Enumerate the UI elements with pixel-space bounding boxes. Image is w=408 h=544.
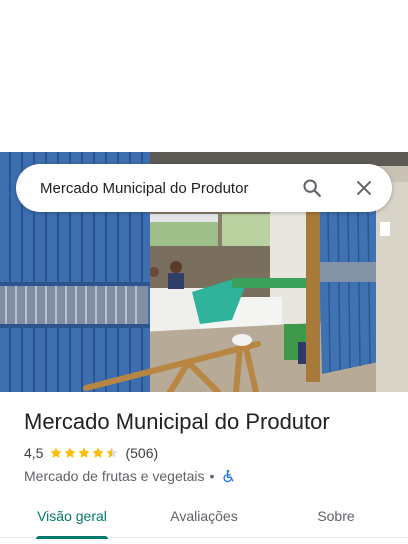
review-count[interactable]: (506) [125, 445, 158, 461]
tab-label: Avaliações [170, 508, 238, 524]
tab-overview[interactable]: Visão geral [0, 494, 144, 539]
tab-reviews[interactable]: Avaliações [144, 494, 264, 538]
place-category: Mercado de frutas e vegetais [24, 468, 205, 484]
close-button[interactable] [344, 168, 384, 208]
category-row: Mercado de frutas e vegetais • [24, 467, 394, 485]
rating-stars [49, 446, 119, 460]
search-bar[interactable]: Mercado Municipal do Produtor [16, 164, 392, 212]
separator-dot: • [209, 468, 215, 484]
tab-label: Visão geral [37, 508, 107, 524]
search-input[interactable]: Mercado Municipal do Produtor [16, 180, 292, 197]
star-full-icon [78, 447, 91, 458]
place-tabs: Visão geral Avaliações Sobre [0, 494, 408, 539]
place-sheet: Mercado Municipal do Produtor Mercado Mu… [0, 0, 408, 544]
tab-label: Sobre [317, 508, 355, 524]
tab-about[interactable]: Sobre [264, 494, 408, 538]
wheelchair-icon [223, 469, 234, 483]
place-info: Mercado Municipal do Produtor 4,5 (506) … [24, 408, 394, 485]
star-full-icon [50, 447, 63, 458]
star-half-icon [106, 447, 119, 458]
search-icon [303, 179, 321, 197]
close-icon [357, 181, 371, 195]
search-button[interactable] [292, 168, 332, 208]
rating-value: 4,5 [24, 445, 44, 461]
star-full-icon [64, 447, 77, 458]
place-title: Mercado Municipal do Produtor [24, 409, 330, 434]
rating-row[interactable]: 4,5 (506) [24, 444, 394, 462]
star-full-icon [92, 447, 105, 458]
active-tab-indicator [36, 536, 108, 539]
